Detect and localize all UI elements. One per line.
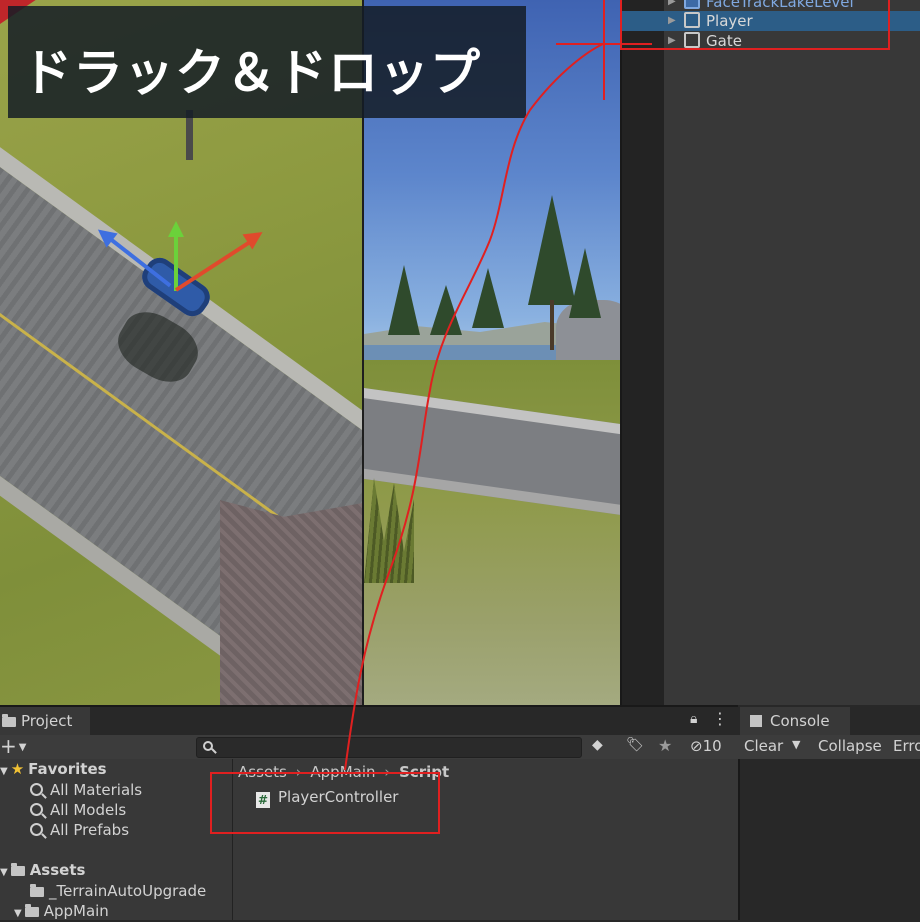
folder-icon bbox=[30, 884, 44, 897]
favorite-label: All Materials bbox=[50, 781, 143, 799]
folder-open-icon bbox=[10, 863, 25, 876]
search-icon bbox=[30, 783, 43, 796]
folder-label: AppMain bbox=[43, 902, 109, 920]
search-icon bbox=[30, 803, 43, 816]
eye-slash-icon: ⊘ bbox=[690, 737, 703, 755]
annotation-box-playercontroller bbox=[210, 772, 440, 834]
hidden-packages-count: 10 bbox=[702, 737, 722, 755]
assets-label: Assets bbox=[29, 861, 86, 879]
add-asset-label: + bbox=[0, 734, 17, 758]
game-tree-trunk bbox=[550, 300, 554, 350]
assets-root-folder[interactable]: ▼ Assets bbox=[0, 861, 85, 879]
annotation-box-hierarchy-player bbox=[620, 0, 890, 50]
collapse-triangle-icon[interactable]: ▼ bbox=[14, 908, 22, 919]
hidden-packages-toggle[interactable]: ⊘10 bbox=[690, 737, 722, 755]
search-by-label-icon[interactable]: 🏷︎ bbox=[626, 737, 644, 753]
lock-icon[interactable]: 🔒︎ bbox=[690, 711, 697, 727]
tab-console[interactable]: Console bbox=[740, 707, 850, 735]
console-error-pause-button[interactable]: Erro bbox=[893, 737, 920, 755]
add-asset-button[interactable]: + ▼ bbox=[0, 734, 26, 760]
search-icon bbox=[203, 741, 213, 751]
project-search-input[interactable] bbox=[196, 737, 582, 758]
favorite-label: All Prefabs bbox=[50, 821, 130, 839]
favorite-all-materials[interactable]: All Materials bbox=[30, 781, 142, 799]
search-by-type-icon[interactable]: ◆ bbox=[592, 737, 603, 753]
console-panel bbox=[738, 735, 920, 920]
console-collapse-label: Collapse bbox=[818, 737, 882, 755]
game-tree bbox=[472, 268, 504, 328]
favorites-star-icon: ★ bbox=[10, 760, 25, 778]
hierarchy-panel[interactable]: ▶ FaceTrackLakeLevel ▶ Player ▶ Gate bbox=[620, 0, 920, 705]
console-clear-label: Clear bbox=[744, 737, 784, 755]
favorite-all-models[interactable]: All Models bbox=[30, 801, 126, 819]
scene-building bbox=[220, 500, 362, 705]
folder-appmain[interactable]: ▼ AppMain bbox=[14, 902, 109, 920]
project-tab-label: Project bbox=[21, 712, 73, 730]
favorite-star-icon[interactable]: ★ bbox=[658, 736, 672, 755]
collapse-triangle-icon[interactable]: ▼ bbox=[0, 867, 8, 878]
hierarchy-list bbox=[664, 0, 920, 705]
folder-open-icon bbox=[24, 904, 39, 917]
tab-project[interactable]: Project bbox=[0, 707, 90, 735]
console-error-label: Erro bbox=[893, 737, 920, 755]
search-icon bbox=[30, 823, 43, 836]
favorites-header[interactable]: ▼ ★ Favorites bbox=[0, 760, 107, 778]
dropdown-caret-icon: ▼ bbox=[18, 742, 27, 753]
console-tab-label: Console bbox=[770, 712, 830, 730]
game-tree bbox=[430, 285, 462, 335]
move-gizmo-x-axis[interactable] bbox=[174, 238, 255, 292]
console-collapse-button[interactable]: Collapse bbox=[818, 737, 882, 755]
console-icon bbox=[750, 715, 762, 727]
favorite-all-prefabs[interactable]: All Prefabs bbox=[30, 821, 129, 839]
favorite-label: All Models bbox=[50, 801, 127, 819]
move-gizmo-y-arrow[interactable] bbox=[168, 221, 184, 237]
game-tree bbox=[569, 248, 601, 318]
folder-terrain-auto-upgrade[interactable]: _TerrainAutoUpgrade bbox=[30, 882, 206, 900]
caption-text: ドラック＆ドロップ bbox=[22, 44, 481, 102]
clear-options-dropdown-icon[interactable]: ▼ bbox=[792, 738, 800, 751]
kebab-menu-icon[interactable]: ⋮ bbox=[712, 709, 728, 728]
game-tree bbox=[388, 265, 420, 335]
folder-label: _TerrainAutoUpgrade bbox=[49, 882, 207, 900]
folder-icon bbox=[2, 714, 16, 727]
favorites-label: Favorites bbox=[28, 760, 107, 778]
console-clear-button[interactable]: Clear bbox=[744, 737, 783, 755]
collapse-triangle-icon[interactable]: ▼ bbox=[0, 766, 8, 777]
